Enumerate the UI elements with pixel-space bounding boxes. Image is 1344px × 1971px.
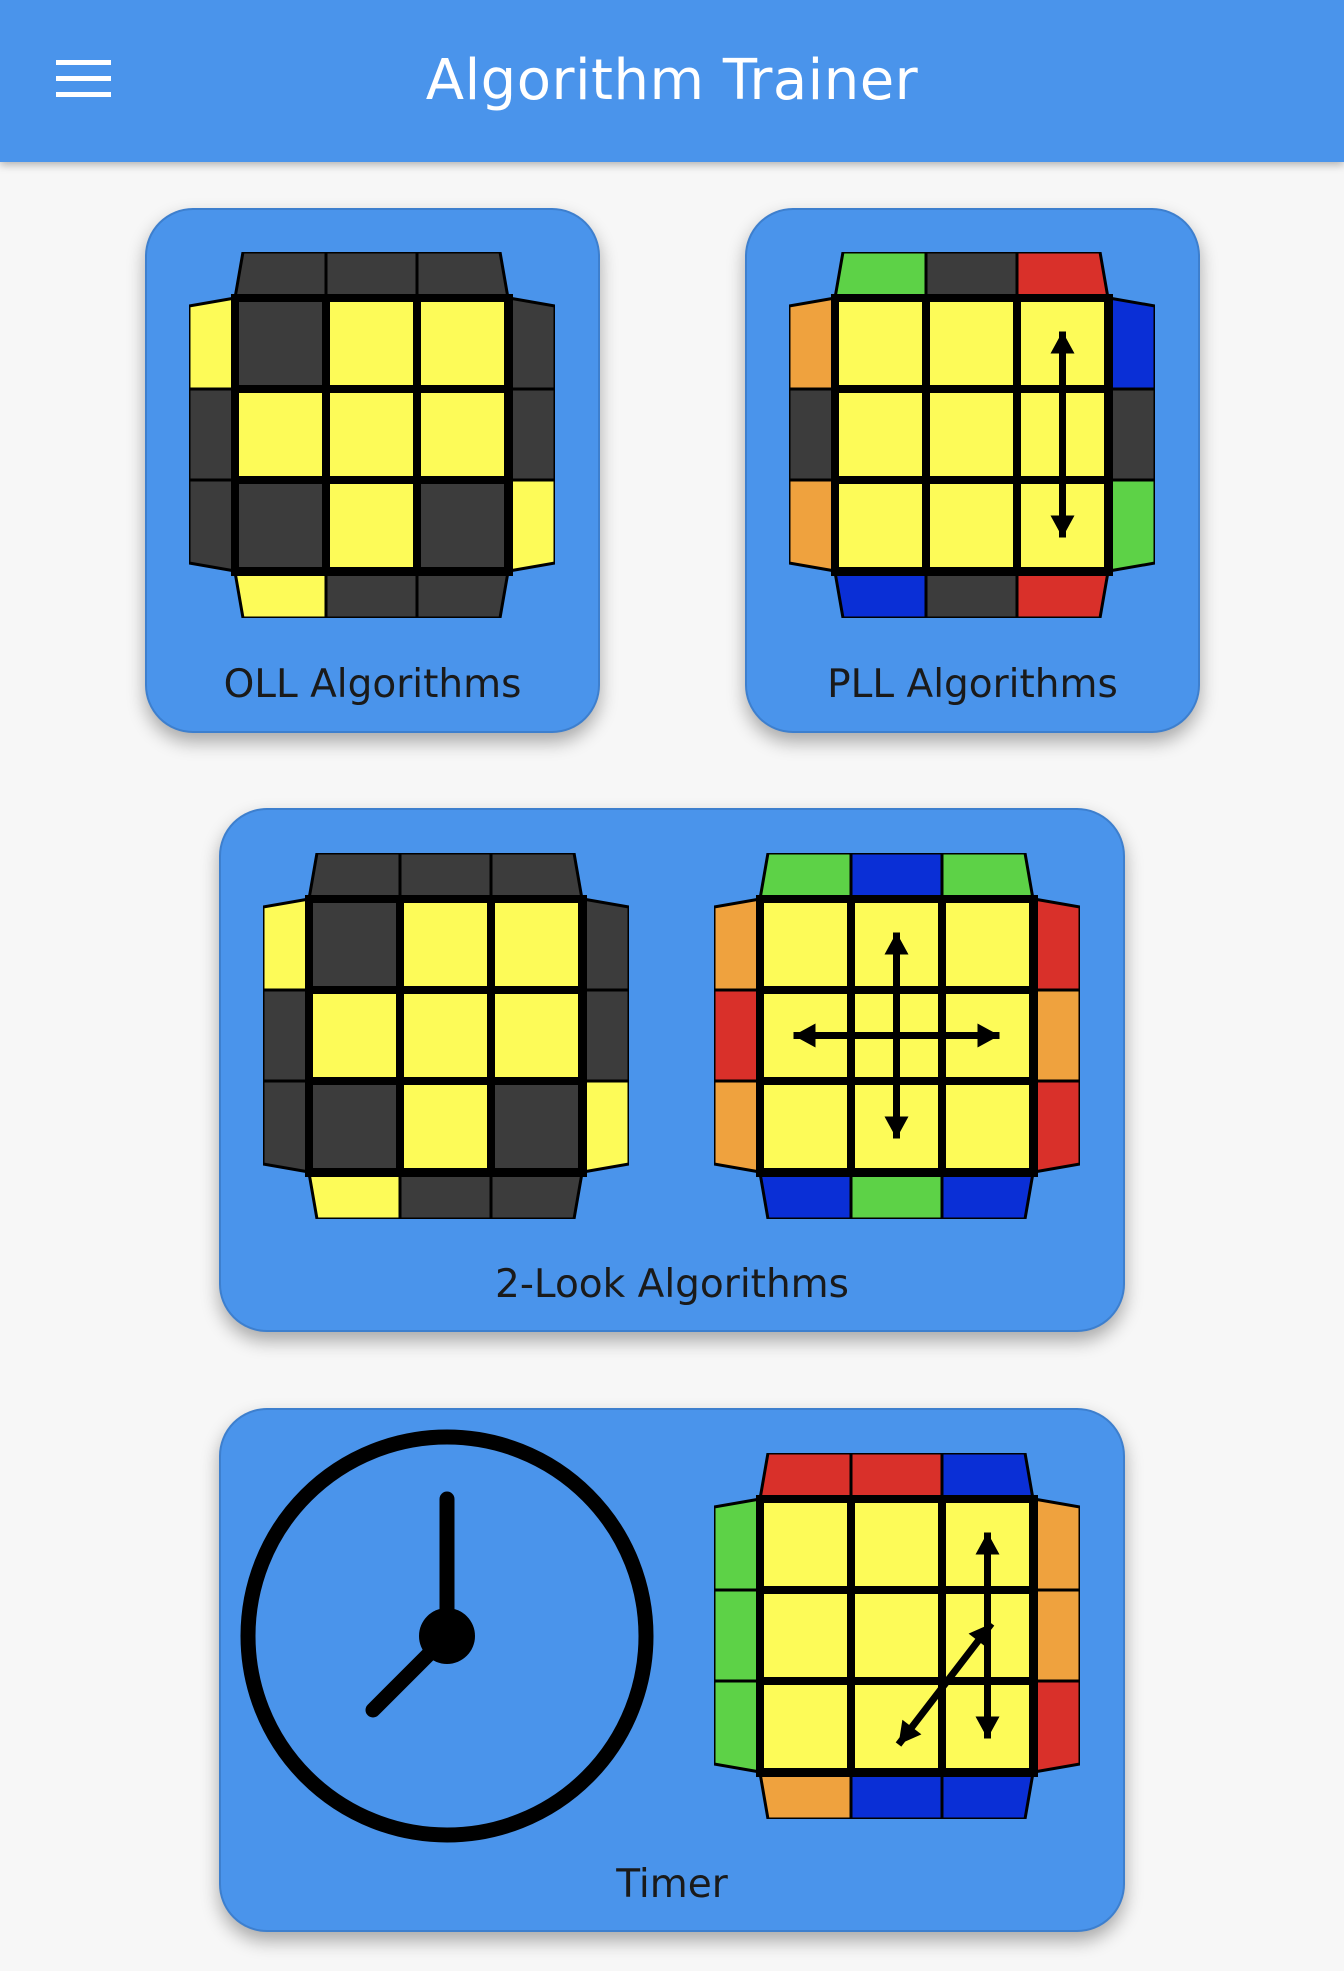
oll-algorithms-label: OLL Algorithms [223, 662, 522, 707]
oll-cube-icon [263, 853, 629, 1219]
oll-cube-icon [189, 252, 555, 618]
pll-cube-icon [789, 252, 1155, 618]
pll-algorithms-label: PLL Algorithms [827, 662, 1118, 707]
pll-cube-icon [714, 853, 1080, 1219]
app-title: Algorithm Trainer [425, 48, 919, 113]
app-bar: Algorithm Trainer [0, 0, 1344, 162]
pll-cube-icon [714, 1453, 1080, 1819]
oll-algorithms-card[interactable]: OLL Algorithms [145, 208, 600, 733]
pll-algorithms-card[interactable]: PLL Algorithms [745, 208, 1200, 733]
two-look-algorithms-card[interactable]: 2-Look Algorithms [219, 808, 1125, 1332]
timer-label: Timer [616, 1862, 728, 1907]
clock-icon [240, 1429, 654, 1843]
timer-card[interactable]: Timer [219, 1408, 1125, 1932]
two-look-algorithms-label: 2-Look Algorithms [495, 1262, 849, 1307]
